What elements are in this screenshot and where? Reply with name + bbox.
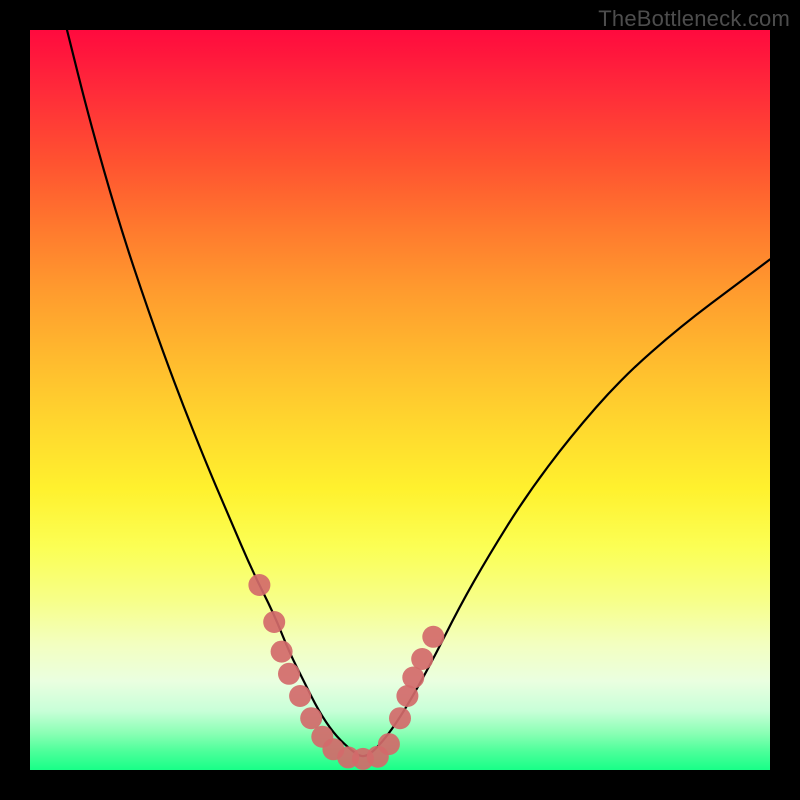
curve-marker — [289, 685, 311, 707]
curve-marker — [278, 663, 300, 685]
curve-marker — [248, 574, 270, 596]
curve-marker — [422, 626, 444, 648]
curve-markers — [248, 574, 444, 770]
curve-marker — [300, 707, 322, 729]
plot-area — [30, 30, 770, 770]
curve-marker — [411, 648, 433, 670]
curve-marker — [271, 641, 293, 663]
curve-marker — [263, 611, 285, 633]
watermark-text: TheBottleneck.com — [598, 6, 790, 32]
chart-frame: TheBottleneck.com — [0, 0, 800, 800]
curve-marker — [389, 707, 411, 729]
curve-marker — [378, 733, 400, 755]
bottleneck-curve — [67, 30, 770, 756]
chart-svg — [30, 30, 770, 770]
